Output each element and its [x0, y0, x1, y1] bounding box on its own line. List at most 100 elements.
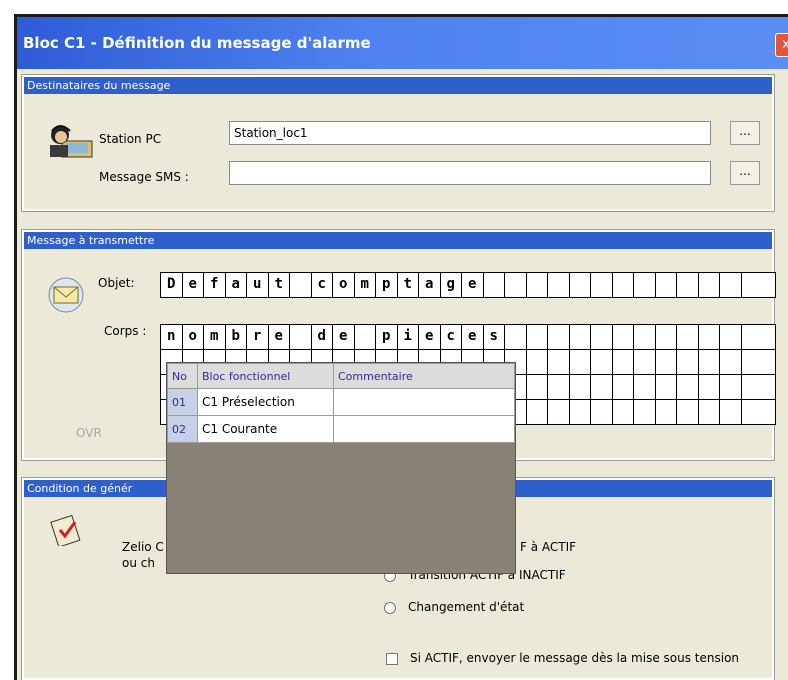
char-cell[interactable]: r [247, 325, 269, 349]
char-cell[interactable]: i [398, 325, 419, 349]
body-grid[interactable]: nombre de pieces [160, 324, 776, 350]
char-cell[interactable] [591, 375, 613, 399]
char-cell[interactable]: e [269, 325, 290, 349]
char-cell[interactable] [742, 350, 764, 374]
char-cell[interactable] [613, 325, 634, 349]
station-pc-field[interactable]: Station_loc1 [229, 121, 711, 145]
char-cell[interactable]: e [462, 325, 484, 349]
char-cell[interactable]: u [247, 273, 269, 297]
char-cell[interactable]: a [226, 273, 247, 297]
char-cell[interactable]: d [312, 325, 333, 349]
char-cell[interactable]: e [183, 273, 204, 297]
char-cell[interactable]: b [226, 325, 247, 349]
char-cell[interactable] [634, 350, 656, 374]
char-cell[interactable]: c [441, 325, 462, 349]
char-cell[interactable] [613, 273, 634, 297]
table-row[interactable]: 02 C1 Courante [167, 415, 515, 443]
subject-grid[interactable]: Defaut comptage [160, 272, 776, 298]
char-cell[interactable] [720, 273, 742, 297]
char-cell[interactable] [699, 400, 720, 424]
char-cell[interactable] [570, 273, 591, 297]
column-header-comment[interactable]: Commentaire [333, 363, 515, 389]
char-cell[interactable] [656, 325, 677, 349]
char-cell[interactable] [720, 400, 742, 424]
char-cell[interactable] [570, 400, 591, 424]
char-cell[interactable]: D [161, 273, 183, 297]
char-cell[interactable] [290, 273, 312, 297]
char-cell[interactable] [742, 325, 764, 349]
char-cell[interactable] [290, 325, 312, 349]
char-cell[interactable] [677, 325, 699, 349]
char-cell[interactable] [570, 350, 591, 374]
char-cell[interactable] [591, 400, 613, 424]
char-cell[interactable] [677, 400, 699, 424]
char-cell[interactable] [548, 325, 570, 349]
char-cell[interactable] [742, 375, 764, 399]
char-cell[interactable]: c [312, 273, 333, 297]
char-cell[interactable]: f [204, 273, 226, 297]
char-cell[interactable] [656, 375, 677, 399]
char-cell[interactable] [527, 400, 548, 424]
table-row[interactable]: 01 C1 Préselection [167, 388, 515, 416]
char-cell[interactable] [677, 273, 699, 297]
char-cell[interactable] [699, 325, 720, 349]
char-cell[interactable]: p [376, 325, 398, 349]
char-cell[interactable] [505, 273, 527, 297]
char-cell[interactable] [720, 325, 742, 349]
option-state-change-label[interactable]: Changement d'état [408, 600, 524, 614]
station-browse-button[interactable]: ... [730, 121, 760, 145]
sms-field[interactable] [229, 161, 711, 185]
option-inactive-to-active-label[interactable]: F à ACTIF [520, 540, 576, 554]
char-cell[interactable] [699, 350, 720, 374]
char-cell[interactable] [677, 375, 699, 399]
char-cell[interactable] [548, 273, 570, 297]
title-bar[interactable]: Bloc C1 - Définition du message d'alarme… [17, 17, 788, 69]
char-cell[interactable] [656, 350, 677, 374]
char-cell[interactable] [527, 325, 548, 349]
char-cell[interactable] [634, 273, 656, 297]
char-cell[interactable] [613, 400, 634, 424]
char-cell[interactable]: t [269, 273, 290, 297]
char-cell[interactable] [548, 350, 570, 374]
char-cell[interactable] [527, 350, 548, 374]
char-cell[interactable]: a [419, 273, 441, 297]
char-cell[interactable] [742, 273, 764, 297]
char-cell[interactable] [484, 273, 505, 297]
char-cell[interactable] [527, 273, 548, 297]
char-cell[interactable]: p [376, 273, 398, 297]
char-cell[interactable] [548, 375, 570, 399]
char-cell[interactable] [613, 375, 634, 399]
column-header-no[interactable]: No [167, 363, 198, 389]
char-cell[interactable] [720, 375, 742, 399]
char-cell[interactable] [591, 273, 613, 297]
char-cell[interactable] [656, 273, 677, 297]
char-cell[interactable]: m [204, 325, 226, 349]
char-cell[interactable] [699, 273, 720, 297]
char-cell[interactable]: n [161, 325, 183, 349]
char-cell[interactable] [591, 350, 613, 374]
char-cell[interactable]: s [484, 325, 505, 349]
char-cell[interactable] [505, 325, 527, 349]
char-cell[interactable]: o [183, 325, 204, 349]
char-cell[interactable]: t [398, 273, 419, 297]
char-cell[interactable] [699, 375, 720, 399]
char-cell[interactable] [570, 325, 591, 349]
char-cell[interactable] [634, 325, 656, 349]
char-cell[interactable]: m [355, 273, 376, 297]
char-cell[interactable] [656, 400, 677, 424]
function-block-popup[interactable]: No Bloc fonctionnel Commentaire 01 C1 Pr… [166, 362, 516, 574]
char-cell[interactable] [591, 325, 613, 349]
char-cell[interactable] [570, 375, 591, 399]
char-cell[interactable] [355, 325, 376, 349]
char-cell[interactable]: g [441, 273, 462, 297]
option-state-change-radio[interactable] [384, 602, 396, 614]
char-cell[interactable]: o [333, 273, 355, 297]
column-header-bloc[interactable]: Bloc fonctionnel [197, 363, 334, 389]
char-cell[interactable] [634, 375, 656, 399]
char-cell[interactable] [548, 400, 570, 424]
power-on-checkbox[interactable] [386, 653, 398, 665]
char-cell[interactable]: e [419, 325, 441, 349]
char-cell[interactable]: e [333, 325, 355, 349]
char-cell[interactable]: e [462, 273, 484, 297]
char-cell[interactable] [613, 350, 634, 374]
